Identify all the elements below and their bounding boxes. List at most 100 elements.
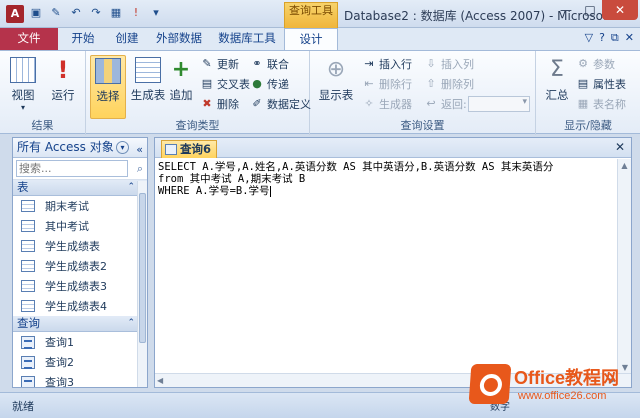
delete-column-button[interactable]: ⇧ 删除列 — [424, 75, 474, 93]
tab-design[interactable]: 设计 — [284, 28, 338, 50]
delete-query-button[interactable]: ✖ 删除 — [200, 95, 239, 113]
collapse-section-icon: ⌃ — [127, 318, 135, 328]
update-button[interactable]: ✎ 更新 — [200, 55, 239, 73]
tab-external-data[interactable]: 外部数据 — [152, 28, 206, 50]
chevron-down-icon[interactable]: ▾ — [116, 141, 129, 154]
append-button[interactable]: + 追加 — [166, 55, 196, 115]
status-text: 就绪 — [12, 400, 34, 413]
close-doc-icon[interactable]: ✕ — [625, 31, 634, 45]
minimize-button[interactable]: — — [554, 0, 578, 20]
table-names-button[interactable]: ▦ 表名称 — [576, 95, 626, 113]
nav-section-queries[interactable]: 查询 ⌃ — [13, 316, 147, 332]
sql-line: SELECT A.学号,A.姓名,A.英语分数 AS 其中英语分,B.英语分数 … — [158, 161, 554, 173]
edit-icon[interactable]: ✎ — [48, 5, 64, 21]
view-button[interactable]: 视图 ▾ — [6, 55, 40, 115]
nav-scroll-thumb[interactable] — [139, 193, 146, 343]
maximize-button[interactable]: □ — [578, 0, 602, 20]
tab-home[interactable]: 开始 — [66, 28, 100, 50]
ribbon-help-controls: ▽ ? ⧉ ✕ — [585, 31, 634, 45]
nav-pane-header[interactable]: 所有 Access 对象 ▾ « — [13, 138, 147, 158]
crosstab-icon: ▤ — [201, 77, 213, 90]
query-icon — [165, 144, 177, 155]
save-icon[interactable]: ▣ — [28, 5, 44, 21]
query-icon — [21, 355, 35, 369]
table-icon — [21, 280, 35, 292]
data-definition-icon: ✐ — [252, 97, 262, 110]
nav-table-item[interactable]: 学生成绩表2 — [13, 256, 147, 276]
nav-table-item[interactable]: 学生成绩表3 — [13, 276, 147, 296]
group-label-show-hide: 显示/隐藏 — [564, 119, 612, 132]
help-icon[interactable]: ? — [599, 31, 605, 45]
delete-row-button[interactable]: ⇤ 删除行 — [362, 75, 412, 93]
quick-access-toolbar: ▣ ✎ ↶ ↷ ▦ ! ▾ — [28, 5, 164, 21]
totals-button[interactable]: Σ 汇总 — [540, 55, 574, 115]
nav-search: ⌕ — [13, 158, 147, 180]
group-label-results: 结果 — [31, 119, 54, 132]
parameters-button[interactable]: ⚙ 参数 — [576, 55, 615, 73]
select-query-button[interactable]: 选择 — [90, 55, 126, 119]
customize-dropdown-icon[interactable]: ▾ — [148, 5, 164, 21]
builder-button[interactable]: ✧ 生成器 — [362, 95, 412, 113]
union-button[interactable]: ⚭ 联合 — [250, 55, 289, 73]
run-icon[interactable]: ! — [128, 5, 144, 21]
ribbon-tabs: 文件 开始 创建 外部数据 数据库工具 设计 ▽ ? ⧉ ✕ — [0, 28, 640, 50]
query-tab[interactable]: 查询6 — [161, 140, 217, 158]
globe-icon: ● — [252, 77, 262, 90]
make-table-icon — [135, 57, 161, 83]
group-query-setup: ⊕ 显示表 ⇥插入行 ⇤删除行 ✧生成器 ⇩插入列 ⇧删除列 ↩返回: 查询设置 — [310, 51, 536, 135]
table-icon — [21, 260, 35, 272]
redo-icon[interactable]: ↷ — [88, 5, 104, 21]
restore-icon[interactable]: ⧉ — [611, 31, 619, 45]
document-tabs: 查询6 ✕ — [155, 138, 631, 158]
nav-search-input[interactable] — [16, 160, 128, 177]
access-app-icon[interactable]: A — [6, 5, 24, 23]
return-combobox[interactable] — [468, 96, 530, 112]
insert-column-icon: ⇩ — [426, 57, 436, 70]
nav-table-item[interactable]: 学生成绩表 — [13, 236, 147, 256]
append-plus-icon: + — [171, 57, 191, 82]
nav-section-tables[interactable]: 表 ⌃ — [13, 180, 147, 196]
group-label-query-setup: 查询设置 — [400, 119, 445, 132]
tab-database-tools[interactable]: 数据库工具 — [214, 28, 280, 50]
scroll-left-icon[interactable]: ◀ — [157, 374, 163, 388]
office-logo-icon — [468, 364, 512, 404]
show-table-button[interactable]: ⊕ 显示表 — [316, 55, 356, 115]
run-button[interactable]: ! 运行 — [46, 55, 80, 115]
insert-row-icon: ⇥ — [364, 57, 374, 70]
make-table-button[interactable]: 生成表 — [130, 55, 166, 115]
passthrough-button[interactable]: ● 传递 — [250, 75, 289, 93]
tab-create[interactable]: 创建 — [110, 28, 144, 50]
ribbon: 视图 ▾ ! 运行 结果 选择 生成表 + 追加 ✎更新 ▤交叉表 ✖删除 — [0, 50, 640, 135]
nav-table-item[interactable]: 其中考试 — [13, 216, 147, 236]
search-icon[interactable]: ⌕ — [137, 162, 143, 176]
insert-row-button[interactable]: ⇥ 插入行 — [362, 55, 412, 73]
sql-editor[interactable]: SELECT A.学号,A.姓名,A.英语分数 AS 其中英语分,B.英语分数 … — [155, 158, 631, 200]
tab-file[interactable]: 文件 — [0, 28, 58, 50]
watermark: Office教程网 www.office26.com — [468, 360, 636, 412]
table-icon — [21, 200, 35, 212]
minimize-ribbon-icon[interactable]: ▽ — [585, 31, 593, 45]
crosstab-button[interactable]: ▤ 交叉表 — [200, 75, 250, 93]
data-definition-button[interactable]: ✐ 数据定义 — [250, 95, 311, 113]
undo-icon[interactable]: ↶ — [68, 5, 84, 21]
nav-table-item[interactable]: 期末考试 — [13, 196, 147, 216]
nav-table-item[interactable]: 学生成绩表4 — [13, 296, 147, 316]
query-icon — [21, 335, 35, 349]
table-icon — [21, 300, 35, 312]
close-document-icon[interactable]: ✕ — [615, 140, 625, 154]
view-icon[interactable]: ▦ — [108, 5, 124, 21]
scroll-up-icon[interactable]: ▲ — [618, 159, 631, 173]
nav-scrollbar[interactable] — [137, 181, 147, 387]
editor-vertical-scrollbar[interactable]: ▲ ▼ — [617, 159, 631, 375]
nav-query-item[interactable]: 查询1 — [13, 332, 147, 352]
sql-line: from 其中考试 A,期末考试 B — [158, 173, 306, 185]
nav-query-item[interactable]: 查询2 — [13, 352, 147, 372]
collapse-pane-icon[interactable]: « — [136, 140, 143, 159]
table-names-icon: ▦ — [577, 97, 589, 110]
nav-query-item[interactable]: 查询3 — [13, 372, 147, 387]
insert-column-button[interactable]: ⇩ 插入列 — [424, 55, 474, 73]
group-query-type: 选择 生成表 + 追加 ✎ 更新 ▤ 交叉表 ✖ 删除 ⚭ 联合 ● 传递 ✐ 数据定义 查… — [86, 51, 311, 135]
property-sheet-button[interactable]: ▤ 属性表 — [576, 75, 626, 93]
nav-pane-title: 所有 Access 对象 — [17, 140, 114, 154]
close-button[interactable]: ✕ — [602, 0, 638, 20]
